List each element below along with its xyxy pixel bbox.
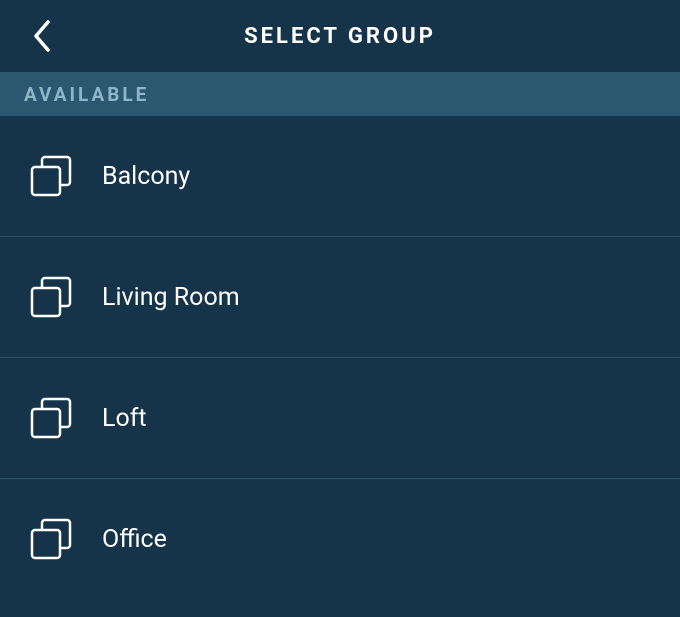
group-list: Balcony Living Room Loft Office — [0, 116, 680, 599]
list-item[interactable]: Loft — [0, 358, 680, 479]
chevron-left-icon — [32, 19, 52, 53]
group-icon — [30, 518, 72, 560]
page-title: SELECT GROUP — [244, 24, 436, 49]
group-label: Loft — [102, 404, 147, 433]
back-button[interactable] — [32, 19, 52, 53]
group-label: Office — [102, 525, 167, 554]
section-header: AVAILABLE — [0, 72, 680, 116]
group-icon — [30, 276, 72, 318]
group-icon — [30, 155, 72, 197]
list-item[interactable]: Living Room — [0, 237, 680, 358]
group-label: Living Room — [102, 283, 240, 312]
header: SELECT GROUP — [0, 0, 680, 72]
section-label: AVAILABLE — [24, 83, 656, 106]
list-item[interactable]: Balcony — [0, 116, 680, 237]
group-icon — [30, 397, 72, 439]
group-label: Balcony — [102, 162, 190, 191]
list-item[interactable]: Office — [0, 479, 680, 599]
